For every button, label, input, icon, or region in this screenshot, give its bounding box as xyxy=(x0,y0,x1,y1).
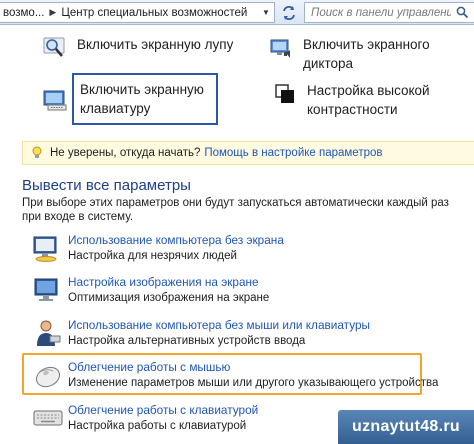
option-description: Настройка для незрячих людей xyxy=(68,250,237,262)
quick-task-high-contrast[interactable]: Настройка высокой контрастности xyxy=(272,81,472,119)
search-box[interactable] xyxy=(304,2,474,23)
quick-task-label: Включить экранного диктора xyxy=(303,37,430,71)
hint-bar: Не уверены, откуда начать? Помощь в наст… xyxy=(22,141,474,165)
chevron-down-icon[interactable]: ▼ xyxy=(258,3,274,22)
option-link[interactable]: Настройка изображения на экране xyxy=(68,275,259,289)
refresh-button[interactable] xyxy=(278,2,300,23)
search-icon[interactable] xyxy=(456,6,469,19)
option-description: Изменение параметров мыши или другого ук… xyxy=(68,377,439,389)
breadcrumb-item-current[interactable]: Центр специальных возможностей xyxy=(58,7,250,19)
alt-input-icon xyxy=(37,320,61,346)
setup-help-link[interactable]: Помощь в настройке параметров xyxy=(204,147,382,159)
quick-tasks: Включить экранную лупу Включить экранног… xyxy=(0,25,474,135)
keyboard-icon xyxy=(33,410,63,426)
display-settings-icon xyxy=(34,278,58,301)
address-bar: возмо... ▶ Центр специальных возможносте… xyxy=(0,0,474,25)
high-contrast-icon xyxy=(275,84,294,103)
on-screen-keyboard-icon xyxy=(43,90,67,111)
quick-task-label: Включить экранную клавиатуру xyxy=(80,82,204,116)
option-description: Настройка работы с клавиатурой xyxy=(68,420,247,432)
quick-task-narrator[interactable]: Включить экранного диктора xyxy=(268,35,468,73)
breadcrumb-separator-icon[interactable]: ▶ xyxy=(47,7,58,18)
lightbulb-icon xyxy=(31,146,43,160)
narrator-icon xyxy=(270,39,290,58)
search-input[interactable] xyxy=(311,6,451,19)
quick-task-label: Включить экранную лупу xyxy=(77,37,234,52)
breadcrumb[interactable]: возмо... ▶ Центр специальных возможносте… xyxy=(0,2,275,23)
option-description: Настройка альтернативных устройств ввода xyxy=(68,335,306,347)
quick-task-label: Настройка высокой контрастности xyxy=(307,83,430,117)
option-description: Оптимизация изображения на экране xyxy=(68,292,270,304)
option-link[interactable]: Использование компьютера без мыши или кл… xyxy=(68,318,370,332)
refresh-icon xyxy=(283,5,295,20)
section-title: Вывести все параметры xyxy=(22,177,191,194)
hint-question: Не уверены, откуда начать? xyxy=(50,147,201,159)
watermark: uznaytut48.ru xyxy=(338,410,474,444)
breadcrumb-item[interactable]: возмо... xyxy=(0,7,47,19)
no-display-icon xyxy=(33,236,57,262)
mouse-icon xyxy=(35,366,61,388)
magnifier-icon xyxy=(43,37,65,57)
section-description: При выборе этих параметров они будут зап… xyxy=(22,197,449,223)
option-link[interactable]: Использование компьютера без экрана xyxy=(68,233,284,247)
option-link[interactable]: Облегчение работы с клавиатурой xyxy=(68,403,258,417)
option-link[interactable]: Облегчение работы с мышью xyxy=(68,360,230,374)
quick-task-magnifier[interactable]: Включить экранную лупу xyxy=(42,35,233,61)
quick-task-on-screen-keyboard[interactable]: Включить экранную клавиатуру xyxy=(43,73,218,125)
